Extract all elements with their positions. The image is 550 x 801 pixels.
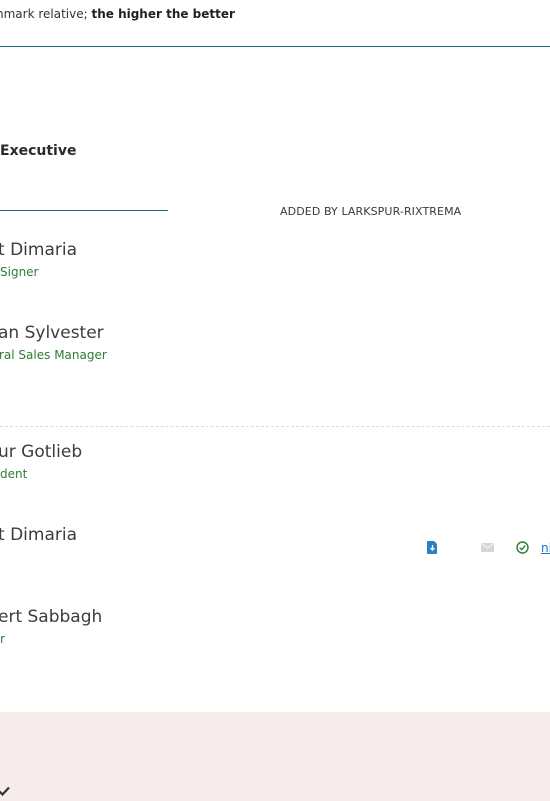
contact-role: Signer	[0, 265, 39, 279]
contact-name[interactable]: ur Gotlieb	[0, 442, 82, 462]
header-divider	[0, 46, 550, 47]
benchmark-note-emphasis: the higher the better	[91, 7, 235, 21]
added-by-label: ADDED BY LARKSPUR-RIXTREMA	[280, 205, 462, 218]
detail-link[interactable]: ni	[541, 541, 550, 555]
envelope-icon[interactable]	[480, 540, 494, 554]
contact-name[interactable]: an Sylvester	[0, 323, 104, 343]
benchmark-note: nmark relative; the higher the better	[0, 7, 235, 21]
checkmark-icon[interactable]	[0, 781, 10, 800]
check-circle-icon	[515, 540, 529, 554]
contact-role: r	[0, 632, 5, 646]
contact-role: ral Sales Manager	[0, 348, 107, 362]
footer-panel	[0, 712, 550, 801]
section-title: Executive	[0, 143, 77, 159]
contact-name[interactable]: t Dimaria	[0, 240, 77, 260]
contact-name[interactable]: t Dimaria	[0, 525, 77, 545]
contact-role: dent	[0, 467, 28, 481]
benchmark-note-prefix: nmark relative;	[0, 7, 92, 21]
group-divider	[0, 426, 550, 427]
active-tab-underline	[0, 210, 168, 211]
contact-name[interactable]: ert Sabbagh	[0, 607, 102, 627]
collapsed-control[interactable]	[0, 85, 2, 99]
download-document-icon[interactable]	[425, 540, 439, 554]
